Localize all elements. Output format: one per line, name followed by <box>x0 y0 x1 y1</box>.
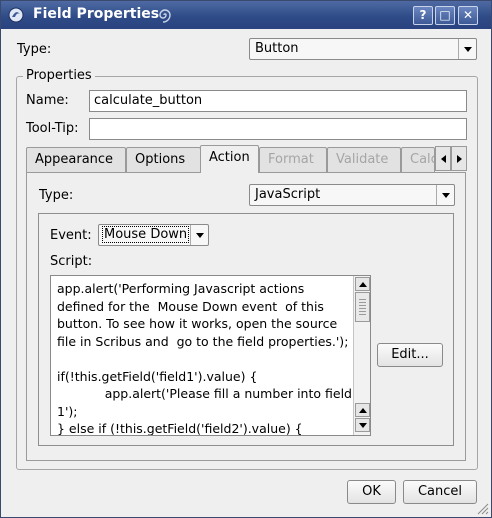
field-properties-dialog: Field Properties ? □ ✕ Type: Button Prop… <box>0 0 492 518</box>
event-label: Event: <box>50 228 92 243</box>
tab-calc[interactable]: Calc <box>401 147 435 172</box>
tab-options-label: Options <box>135 152 186 167</box>
arrow-right-icon <box>456 154 462 163</box>
chevron-down-icon <box>458 39 476 59</box>
tab-validate[interactable]: Validate <box>327 147 401 172</box>
tab-appearance[interactable]: Appearance <box>26 147 126 172</box>
edit-script-label: Edit... <box>391 347 429 362</box>
properties-group-title: Properties <box>23 68 95 83</box>
close-icon: ✕ <box>462 8 474 22</box>
action-type-value: JavaScript <box>255 187 321 202</box>
tab-action-label: Action <box>209 150 250 165</box>
resize-grip-icon[interactable] <box>477 503 489 515</box>
scroll-down-button[interactable] <box>355 418 370 432</box>
tab-options[interactable]: Options <box>126 147 201 172</box>
tooltip-label: Tool-Tip: <box>26 121 79 136</box>
chevron-down-icon <box>436 185 454 205</box>
scroll-thumb[interactable] <box>355 292 370 322</box>
scroll-up-button-lower[interactable] <box>355 403 370 417</box>
field-type-value: Button <box>255 41 299 56</box>
script-editor[interactable]: app.alert('Performing Javascript actions… <box>50 275 371 436</box>
tab-calc-label: Calc <box>410 152 434 167</box>
window-title: Field Properties <box>33 6 160 22</box>
scribus-app-icon[interactable] <box>7 6 25 24</box>
maximize-button[interactable]: □ <box>435 6 455 25</box>
script-text[interactable]: app.alert('Performing Javascript actions… <box>57 280 353 435</box>
tab-scroll-left-button[interactable] <box>435 146 451 171</box>
script-scrollbar[interactable] <box>353 276 370 435</box>
arrow-up-icon <box>358 281 367 287</box>
tab-action[interactable]: Action <box>200 145 259 173</box>
event-combo[interactable]: Mouse Down <box>98 224 209 246</box>
event-value: Mouse Down <box>102 226 190 243</box>
script-label: Script: <box>50 254 93 269</box>
tab-format[interactable]: Format <box>259 147 327 172</box>
tooltip-field[interactable] <box>89 118 467 140</box>
scroll-up-button[interactable] <box>355 277 370 291</box>
window-menu-spiral-icon[interactable] <box>156 6 174 24</box>
arrow-left-icon <box>440 154 446 163</box>
chevron-down-icon <box>190 225 208 245</box>
action-type-label: Type: <box>39 188 74 203</box>
title-bar[interactable]: Field Properties ? □ ✕ <box>1 1 491 29</box>
name-field[interactable]: calculate_button <box>89 90 467 112</box>
field-type-combo[interactable]: Button <box>249 38 477 60</box>
close-button[interactable]: ✕ <box>458 6 478 25</box>
maximize-icon: □ <box>439 8 451 22</box>
cancel-label: Cancel <box>417 484 463 499</box>
type-label: Type: <box>17 42 52 57</box>
ok-label: OK <box>362 484 381 499</box>
tab-appearance-label: Appearance <box>35 152 114 167</box>
edit-script-button[interactable]: Edit... <box>377 343 443 367</box>
arrow-up-icon <box>358 407 367 413</box>
name-field-value: calculate_button <box>94 93 203 108</box>
tab-format-label: Format <box>268 152 314 167</box>
action-type-combo[interactable]: JavaScript <box>249 184 455 206</box>
tab-validate-label: Validate <box>336 152 389 167</box>
name-label: Name: <box>26 93 69 108</box>
help-icon: ? <box>419 8 427 22</box>
cancel-button[interactable]: Cancel <box>403 480 477 504</box>
arrow-down-icon <box>358 422 367 428</box>
help-button[interactable]: ? <box>413 6 433 25</box>
ok-button[interactable]: OK <box>347 480 396 504</box>
tab-scroll-right-button[interactable] <box>451 146 467 171</box>
